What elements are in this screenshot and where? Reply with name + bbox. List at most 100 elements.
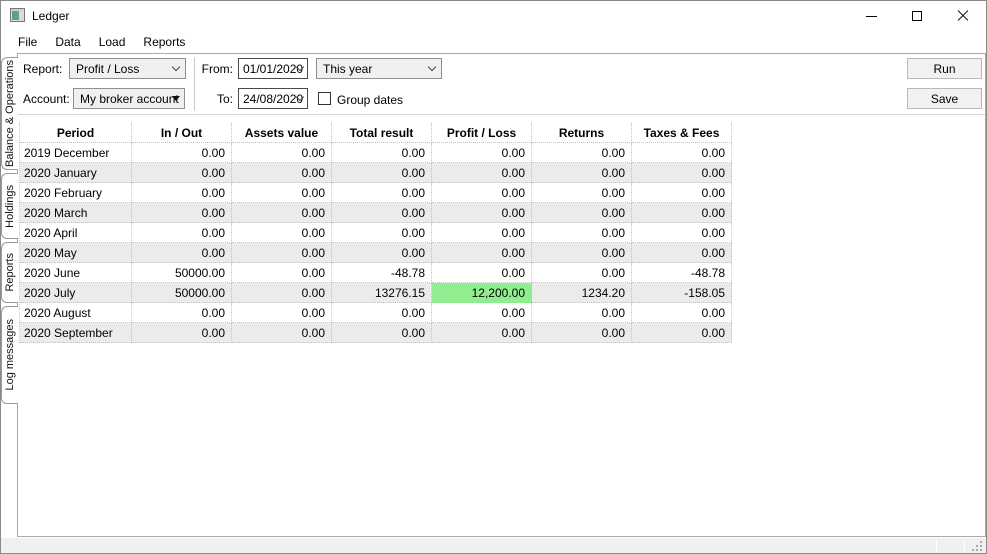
- value-cell[interactable]: 0.00: [132, 323, 232, 343]
- tab-balance-operations[interactable]: Balance & Operations: [1, 57, 18, 170]
- period-cell[interactable]: 2019 December: [20, 143, 132, 163]
- value-cell[interactable]: 0.00: [632, 143, 732, 163]
- value-cell[interactable]: 0.00: [632, 163, 732, 183]
- value-cell[interactable]: 0.00: [232, 303, 332, 323]
- value-cell[interactable]: 0.00: [332, 323, 432, 343]
- maximize-button[interactable]: [894, 1, 940, 31]
- value-cell[interactable]: 0.00: [532, 303, 632, 323]
- value-cell[interactable]: 0.00: [132, 143, 232, 163]
- value-cell[interactable]: 0.00: [432, 143, 532, 163]
- period-cell[interactable]: 2020 January: [20, 163, 132, 183]
- value-cell[interactable]: 0.00: [532, 183, 632, 203]
- value-cell[interactable]: 0.00: [632, 243, 732, 263]
- resize-grip-icon[interactable]: [980, 549, 982, 551]
- value-cell[interactable]: 0.00: [632, 303, 732, 323]
- value-cell[interactable]: -48.78: [632, 263, 732, 283]
- period-cell[interactable]: 2020 May: [20, 243, 132, 263]
- value-cell[interactable]: 0.00: [532, 143, 632, 163]
- period-cell[interactable]: 2020 February: [20, 183, 132, 203]
- value-cell[interactable]: 50000.00: [132, 263, 232, 283]
- period-cell[interactable]: 2020 September: [20, 323, 132, 343]
- value-cell[interactable]: 0.00: [232, 243, 332, 263]
- value-cell[interactable]: 0.00: [432, 323, 532, 343]
- value-cell[interactable]: 0.00: [332, 143, 432, 163]
- value-cell[interactable]: 0.00: [332, 223, 432, 243]
- value-cell[interactable]: 0.00: [432, 203, 532, 223]
- value-cell[interactable]: 0.00: [432, 163, 532, 183]
- from-date-field[interactable]: 01/01/2020: [238, 58, 308, 79]
- close-button[interactable]: [940, 1, 986, 31]
- value-cell[interactable]: 0.00: [632, 183, 732, 203]
- value-cell[interactable]: 0.00: [132, 203, 232, 223]
- period-cell[interactable]: 2020 June: [20, 263, 132, 283]
- value-cell[interactable]: 0.00: [432, 263, 532, 283]
- period-cell[interactable]: 2020 August: [20, 303, 132, 323]
- tab-holdings[interactable]: Holdings: [1, 173, 18, 239]
- value-cell[interactable]: 0.00: [232, 323, 332, 343]
- value-cell[interactable]: 0.00: [132, 163, 232, 183]
- value-cell[interactable]: 0.00: [232, 183, 332, 203]
- value-cell-highlighted[interactable]: 12,200.00: [432, 283, 532, 303]
- minimize-button[interactable]: [848, 1, 894, 31]
- value-cell[interactable]: 0.00: [132, 183, 232, 203]
- menu-data[interactable]: Data: [46, 32, 89, 52]
- period-cell[interactable]: 2020 April: [20, 223, 132, 243]
- value-cell[interactable]: 0.00: [532, 263, 632, 283]
- value-cell[interactable]: 0.00: [532, 323, 632, 343]
- menu-reports[interactable]: Reports: [134, 32, 194, 52]
- group-dates-checkbox[interactable]: [318, 92, 331, 105]
- value-cell[interactable]: 0.00: [432, 243, 532, 263]
- column-header: Period: [20, 123, 132, 143]
- value-cell[interactable]: 0.00: [432, 223, 532, 243]
- column-header: Assets value: [232, 123, 332, 143]
- value-cell[interactable]: -158.05: [632, 283, 732, 303]
- menu-load[interactable]: Load: [90, 32, 135, 52]
- value-cell[interactable]: 0.00: [232, 223, 332, 243]
- report-label: Report:: [23, 62, 63, 76]
- value-cell[interactable]: 0.00: [532, 163, 632, 183]
- status-bar: [1, 538, 986, 553]
- value-cell[interactable]: 0.00: [132, 223, 232, 243]
- value-cell[interactable]: 0.00: [232, 283, 332, 303]
- date-range-dropdown[interactable]: This year: [316, 58, 442, 79]
- value-cell[interactable]: 0.00: [232, 163, 332, 183]
- value-cell[interactable]: 0.00: [632, 223, 732, 243]
- value-cell[interactable]: 0.00: [432, 303, 532, 323]
- period-cell[interactable]: 2020 March: [20, 203, 132, 223]
- value-cell[interactable]: 0.00: [332, 183, 432, 203]
- account-dropdown[interactable]: My broker account: [73, 88, 185, 109]
- value-cell[interactable]: -48.78: [332, 263, 432, 283]
- value-cell[interactable]: 0.00: [432, 183, 532, 203]
- tab-reports[interactable]: Reports: [1, 242, 18, 303]
- value-cell[interactable]: 0.00: [132, 303, 232, 323]
- value-cell[interactable]: 0.00: [232, 203, 332, 223]
- value-cell[interactable]: 0.00: [332, 203, 432, 223]
- value-cell[interactable]: 0.00: [332, 243, 432, 263]
- menu-bar: File Data Load Reports: [1, 31, 986, 53]
- statusbar-separator: [964, 540, 965, 552]
- value-cell[interactable]: 0.00: [632, 203, 732, 223]
- menu-file[interactable]: File: [9, 32, 46, 52]
- minimize-icon: [865, 15, 877, 17]
- to-label: To:: [216, 92, 233, 106]
- value-cell[interactable]: 0.00: [632, 323, 732, 343]
- value-cell[interactable]: 0.00: [232, 143, 332, 163]
- report-dropdown[interactable]: Profit / Loss: [69, 58, 186, 79]
- value-cell[interactable]: 1234.20: [532, 283, 632, 303]
- tab-log-messages[interactable]: Log messages: [1, 306, 18, 404]
- value-cell[interactable]: 0.00: [332, 303, 432, 323]
- value-cell[interactable]: 0.00: [532, 223, 632, 243]
- value-cell[interactable]: 50000.00: [132, 283, 232, 303]
- value-cell[interactable]: 13276.15: [332, 283, 432, 303]
- period-cell[interactable]: 2020 July: [20, 283, 132, 303]
- value-cell[interactable]: 0.00: [532, 203, 632, 223]
- value-cell[interactable]: 0.00: [132, 243, 232, 263]
- value-cell[interactable]: 0.00: [332, 163, 432, 183]
- value-cell[interactable]: 0.00: [532, 243, 632, 263]
- from-label: From:: [201, 62, 233, 76]
- value-cell[interactable]: 0.00: [232, 263, 332, 283]
- triangle-down-icon: [172, 96, 180, 101]
- to-date-field[interactable]: 24/08/2020: [238, 88, 308, 109]
- run-button[interactable]: Run: [907, 58, 982, 79]
- save-button[interactable]: Save: [907, 88, 982, 109]
